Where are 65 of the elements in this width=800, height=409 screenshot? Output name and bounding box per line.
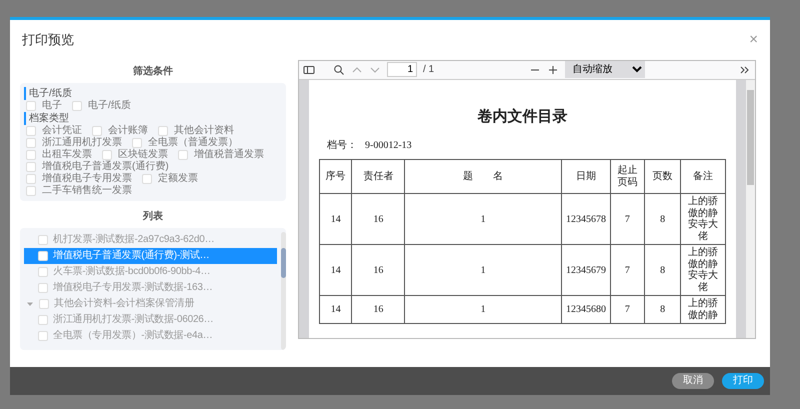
table-cell: 14 <box>320 244 352 296</box>
checkbox-option[interactable]: 二手车销售统一发票 <box>26 184 132 196</box>
section-title: 列表 <box>142 210 164 224</box>
table-cell: 12345680 <box>562 296 610 324</box>
checkbox-option[interactable]: 区块链发票 <box>102 148 168 160</box>
table-cell: 14 <box>320 296 352 324</box>
table-cell: 12345679 <box>562 244 610 296</box>
checkbox-option[interactable]: 电子/纸质 <box>72 100 131 112</box>
list-item[interactable]: 全电票（专用发票）-测试数据-e4a… <box>24 328 277 344</box>
list-item[interactable]: 机打发票-测试数据-2a97c9a3-62d0… <box>24 232 277 248</box>
table-cell: 7 <box>610 244 644 296</box>
search-icon[interactable] <box>333 64 345 76</box>
checkbox-option[interactable]: 出租车发票 <box>26 148 92 160</box>
document-title: 卷内文件目录 <box>476 107 568 126</box>
checkbox-option[interactable]: 其他会计资料 <box>158 124 234 136</box>
table-cell: 8 <box>644 296 681 324</box>
checkbox-option[interactable]: 定额发票 <box>142 172 198 184</box>
column-header: 起止页码 <box>610 160 644 194</box>
checkbox-option[interactable]: 全电票（普通发票） <box>132 136 238 148</box>
table-cell: 7 <box>610 296 644 324</box>
table-cell: 16 <box>352 296 405 324</box>
table-cell: 上的骄傲的静 <box>680 296 726 324</box>
page-count: / 1 <box>423 63 434 77</box>
file-number: 9-00012-13 <box>365 140 412 151</box>
column-header: 页数 <box>644 160 681 194</box>
table-cell: 7 <box>610 194 644 244</box>
table-cell: 1 <box>404 194 562 244</box>
close-button[interactable]: × <box>749 32 758 48</box>
checkbox-option[interactable]: 增值税普通发票 <box>178 148 264 160</box>
zoom-in-icon[interactable] <box>546 64 559 76</box>
dialog-title: 打印预览 <box>22 31 74 49</box>
checkbox-option[interactable]: 会计账簿 <box>92 124 148 136</box>
checkbox-option[interactable]: 电子 <box>26 100 62 112</box>
table-cell: 14 <box>320 194 352 244</box>
checkbox-option[interactable]: 增值税电子普通发票(通行费) <box>26 160 169 172</box>
sidebar-toggle-icon[interactable] <box>303 64 315 76</box>
table-cell: 1 <box>404 296 562 324</box>
zoom-select[interactable]: 自动缩放 <box>564 61 645 78</box>
print-button[interactable]: 打印 <box>722 373 764 389</box>
table-cell: 上的骄傲的静安寺大佬 <box>680 244 726 296</box>
table-cell: 16 <box>352 244 405 296</box>
checkbox-option[interactable]: 会计凭证 <box>26 124 82 136</box>
list-item[interactable]: 火车票-测试数据-bcd0b0f6-90bb-4… <box>24 264 277 280</box>
column-header: 日期 <box>562 160 610 194</box>
section-title: 筛选条件 <box>132 64 174 78</box>
column-header: 题 名 <box>404 160 562 194</box>
page-number-field[interactable]: 1 <box>387 62 417 77</box>
table-cell: 8 <box>644 244 681 296</box>
list-item[interactable]: 增值税电子专用发票-测试数据-163… <box>24 280 277 296</box>
checkbox-option[interactable]: 增值税电子专用发票 <box>26 172 132 184</box>
list-item[interactable]: 浙江通用机打发票-测试数据-06026… <box>24 312 277 328</box>
table-cell: 12345678 <box>562 194 610 244</box>
table-cell: 8 <box>644 194 681 244</box>
file-number-label: 档号： <box>327 140 357 151</box>
table-cell: 1 <box>404 244 562 296</box>
column-header: 序号 <box>320 160 352 194</box>
checkbox-option[interactable]: 浙江通用机打发票 <box>26 136 122 148</box>
list-item[interactable]: 其他会计资料-会计档案保管清册 <box>24 296 277 312</box>
column-header: 责任者 <box>352 160 405 194</box>
list-item[interactable]: 增值税电子普通发票(通行费)-测试… <box>24 248 277 264</box>
cancel-button[interactable]: 取消 <box>672 373 714 389</box>
table-cell: 上的骄傲的静安寺大佬 <box>680 194 726 244</box>
table-cell: 16 <box>352 194 405 244</box>
double-chevron-icon[interactable] <box>739 64 751 76</box>
column-header: 备注 <box>680 160 726 194</box>
